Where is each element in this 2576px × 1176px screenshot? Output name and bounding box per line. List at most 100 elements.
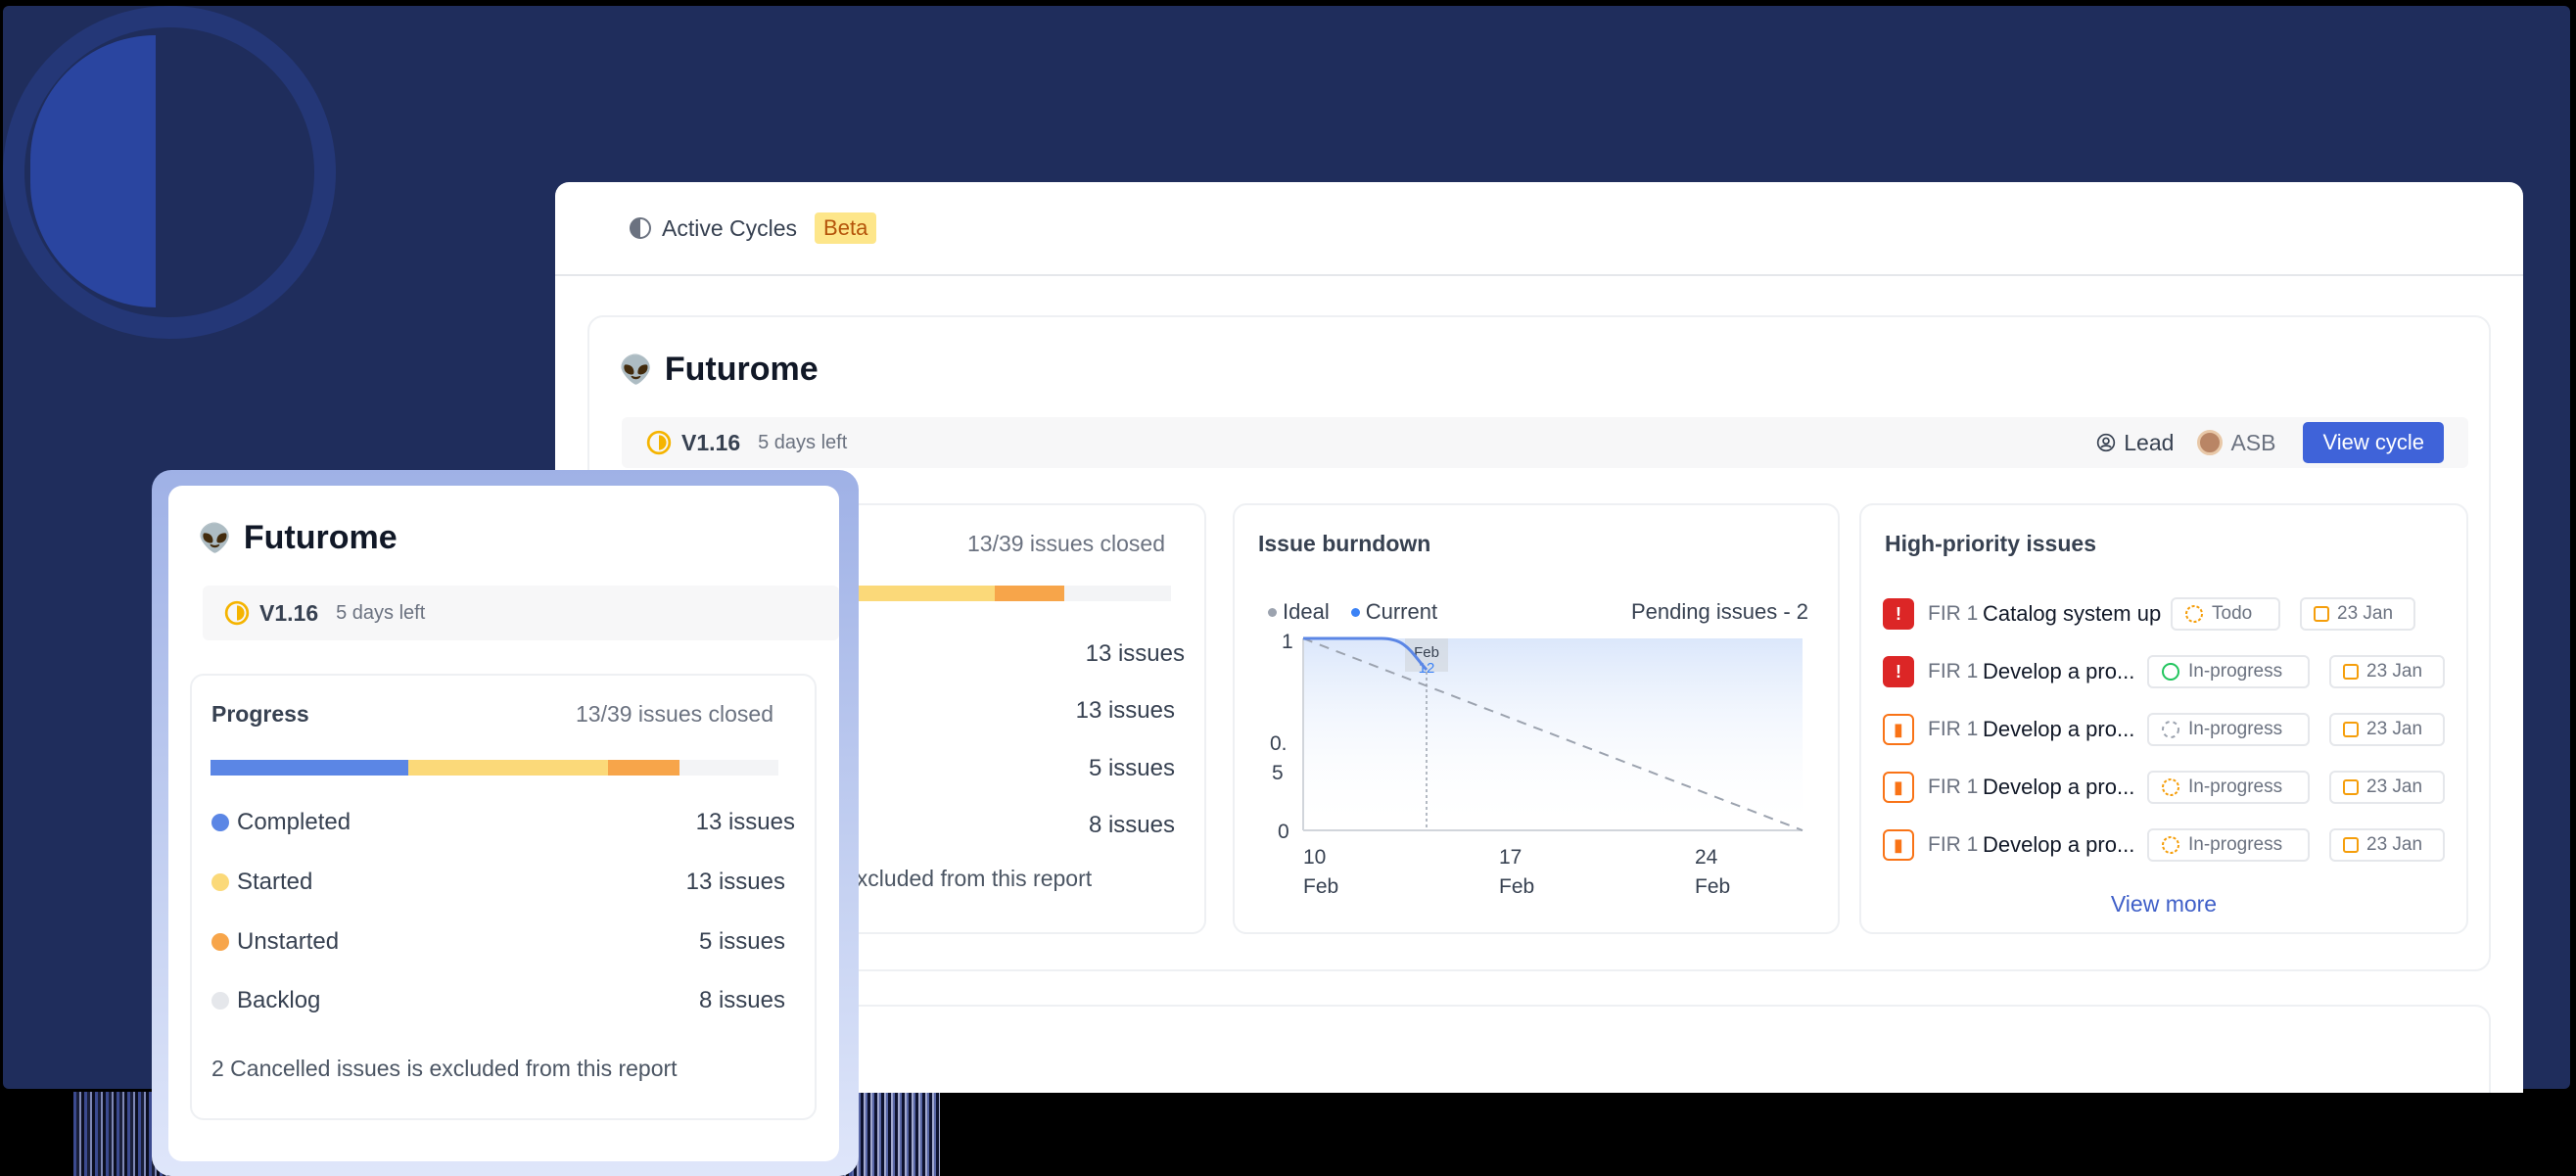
urgent-priority-icon: !: [1883, 598, 1914, 630]
cycle-version: V1.16: [259, 599, 319, 626]
backlog-state-icon: [2162, 721, 2179, 738]
in-progress-state-icon: [2162, 663, 2179, 681]
progress-row-started: Started 13 issues: [211, 869, 785, 896]
status-dot: [211, 933, 229, 951]
cycle-version: V1.16: [681, 429, 741, 455]
row-count: 13 issues: [1075, 697, 1175, 724]
cycle-progress-icon: [646, 430, 672, 455]
days-left: 5 days left: [336, 601, 426, 624]
calendar-icon: [2343, 779, 2359, 795]
avatar: [2197, 430, 2224, 455]
lead-label: Lead: [2096, 430, 2174, 456]
issue-date[interactable]: 23 Jan: [2329, 771, 2445, 804]
progress-row-unstarted: Unstarted 5 issues: [211, 928, 785, 956]
issue-date[interactable]: 23 Jan: [2300, 597, 2415, 631]
floating-cycle-card: 👽 Futurome V1.16 5 days left Progress 13…: [152, 470, 859, 1176]
row-count: 13 issues: [685, 869, 785, 895]
row-count: 13 issues: [695, 809, 795, 835]
date-label: 23 Jan: [2366, 719, 2423, 739]
issue-name: Develop a pro...: [1983, 775, 2135, 799]
cycle-title: 👽 Futurome: [619, 351, 819, 389]
floating-cycle-title: 👽 Futurome: [198, 519, 398, 557]
cycle-name: Futurome: [243, 519, 398, 556]
date-label: 23 Jan: [2366, 776, 2423, 797]
issue-id: FIR 1: [1928, 602, 1979, 625]
issue-date[interactable]: 23 Jan: [2329, 655, 2445, 688]
cycle-name: Futurome: [664, 351, 819, 388]
calendar-icon: [2343, 722, 2359, 737]
issue-id: FIR 1: [1928, 776, 1979, 798]
y-tick: 5: [1272, 762, 1284, 784]
issue-state[interactable]: In-progress: [2147, 655, 2310, 688]
issue-row[interactable]: ▮ FIR 1 Develop a pro... In-progress 23 …: [1883, 713, 2445, 746]
issues-closed: 13/39 issues closed: [966, 531, 1165, 556]
floating-meta-bar: V1.16 5 days left: [203, 586, 839, 640]
todo-state-icon: [2185, 605, 2203, 623]
state-label: In-progress: [2188, 661, 2283, 682]
x-tick-month: Feb: [1303, 875, 1338, 898]
x-tick-month: Feb: [1499, 875, 1534, 898]
panel-header: Active Cycles Beta: [555, 182, 2523, 276]
bar-unstarted: [608, 760, 679, 776]
floating-progress-card: Progress 13/39 issues closed Completed 13…: [190, 674, 817, 1120]
calendar-icon: [2314, 606, 2329, 622]
started-state-icon: [2162, 836, 2179, 854]
state-label: In-progress: [2188, 834, 2283, 855]
row-count: 8 issues: [1088, 812, 1175, 838]
progress-row-backlog: Backlog 8 issues: [211, 987, 785, 1014]
issue-date[interactable]: 23 Jan: [2329, 828, 2445, 862]
y-tick: 1: [1282, 631, 1293, 653]
issue-state[interactable]: In-progress: [2147, 828, 2310, 862]
issue-name: Develop a pro...: [1983, 717, 2135, 741]
view-cycle-button[interactable]: View cycle: [2303, 422, 2444, 463]
issue-state[interactable]: In-progress: [2147, 713, 2310, 746]
progress-bar: [211, 760, 778, 776]
row-count: 8 issues: [698, 987, 785, 1013]
issue-id: FIR 1: [1928, 718, 1979, 740]
x-tick-day: 17: [1499, 846, 1522, 869]
cycle-card[interactable]: 👽 Futurome V1.16 5 days left Lead ASB Vi…: [587, 315, 2491, 971]
row-label: Unstarted: [237, 928, 340, 955]
lead-user[interactable]: ASB: [2197, 430, 2275, 456]
bar-started: [408, 760, 608, 776]
days-left: 5 days left: [758, 431, 848, 453]
excluded-note: excluded from this report: [844, 866, 1093, 891]
x-tick-day: 10: [1303, 846, 1326, 869]
state-label: In-progress: [2188, 776, 2283, 797]
view-more-link[interactable]: View more: [1861, 891, 2466, 917]
issue-id: FIR 1: [1928, 833, 1979, 856]
progress-title: Progress: [211, 701, 309, 727]
status-dot: [211, 992, 229, 1010]
beta-badge: Beta: [815, 212, 877, 244]
user-circle-icon: [2097, 433, 2116, 452]
row-label: Started: [237, 869, 313, 895]
issue-date[interactable]: 23 Jan: [2329, 713, 2445, 746]
lead-text: Lead: [2124, 429, 2175, 455]
burndown-chart: Feb 12 1 0. 5 0 10 Feb 17 Feb 24 Feb: [1270, 631, 1803, 898]
started-state-icon: [2162, 778, 2179, 796]
issue-state[interactable]: Todo: [2171, 597, 2280, 631]
y-tick: 0: [1278, 821, 1289, 843]
state-label: In-progress: [2188, 719, 2283, 739]
noise-strip-right: [852, 1092, 940, 1176]
status-dot: [211, 814, 229, 831]
bar-unstarted: [995, 586, 1064, 601]
row-label: Completed: [237, 809, 351, 835]
x-tick-month: Feb: [1695, 875, 1730, 898]
status-dot: [211, 873, 229, 891]
alien-icon: 👽: [619, 354, 653, 385]
progress-row-completed: Completed 13 issues: [211, 809, 795, 836]
issue-id: FIR 1: [1928, 660, 1979, 682]
issue-row[interactable]: ! FIR 1 Catalog system up... Todo 23 Jan: [1883, 597, 2445, 631]
issue-name: Catalog system up...: [1983, 601, 2163, 626]
issue-row[interactable]: ▮ FIR 1 Develop a pro... In-progress 23 …: [1883, 828, 2445, 862]
state-label: Todo: [2212, 603, 2253, 624]
issue-row[interactable]: ▮ FIR 1 Develop a pro... In-progress 23 …: [1883, 771, 2445, 804]
issue-state[interactable]: In-progress: [2147, 771, 2310, 804]
row-count: 5 issues: [1088, 755, 1175, 781]
urgent-priority-icon: !: [1883, 656, 1914, 687]
row-label: Backlog: [237, 987, 321, 1013]
x-tick-day: 24: [1695, 846, 1718, 869]
calendar-icon: [2343, 664, 2359, 680]
issue-row[interactable]: ! FIR 1 Develop a pro... In-progress 23 …: [1883, 655, 2445, 688]
